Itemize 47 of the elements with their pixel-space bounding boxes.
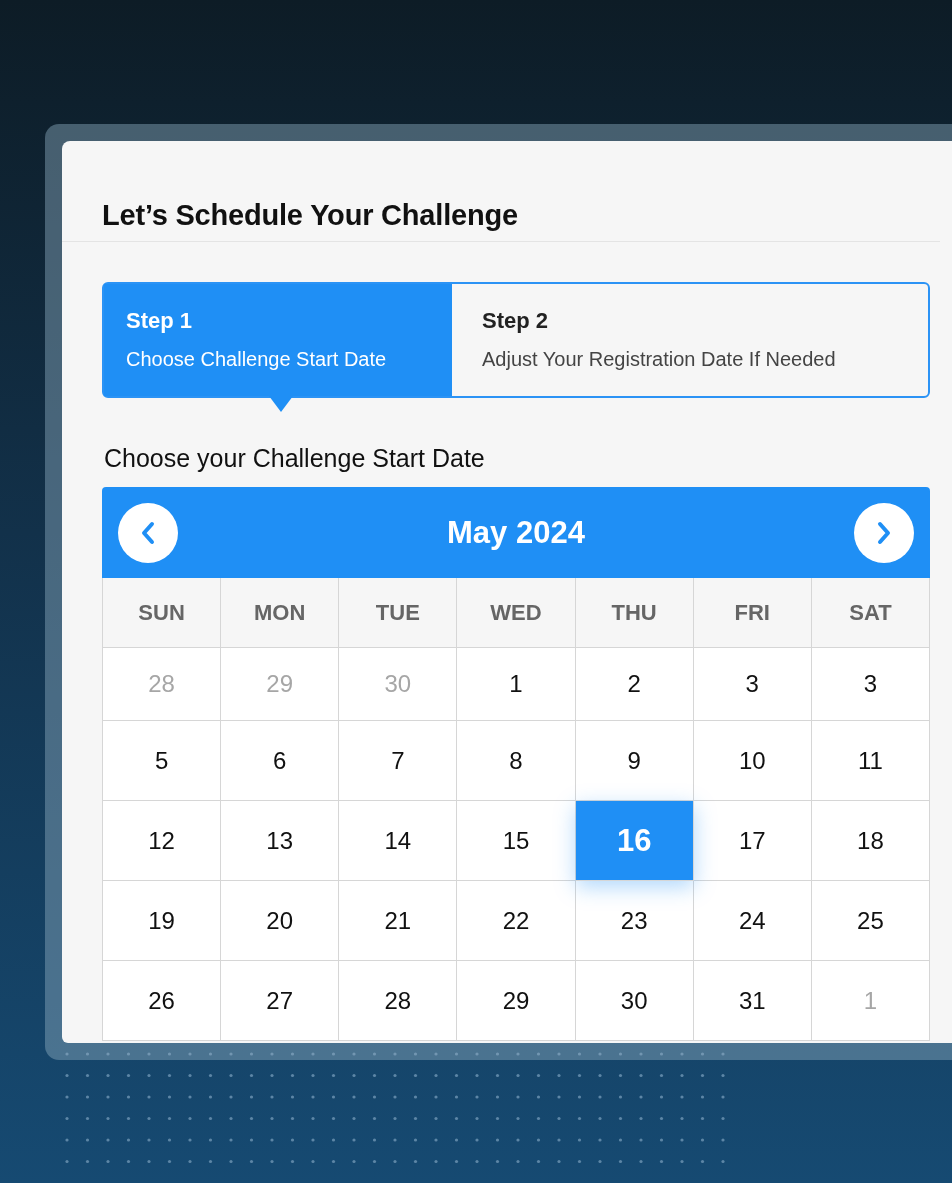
weekday-label: SUN — [103, 578, 222, 648]
day-cell[interactable]: 6 — [221, 721, 340, 801]
day-cell[interactable]: 26 — [103, 961, 222, 1041]
step-description: Choose Challenge Start Date — [126, 348, 388, 371]
weekday-label: SAT — [811, 578, 930, 648]
step-label: Step 2 — [482, 308, 550, 334]
day-cell[interactable]: 18 — [811, 801, 930, 881]
day-cell[interactable]: 29 — [457, 961, 576, 1041]
day-cell[interactable]: 7 — [339, 721, 458, 801]
chevron-right-icon — [876, 520, 892, 545]
day-cell[interactable]: 11 — [811, 721, 930, 801]
page-title: Let’s Schedule Your Challenge — [102, 199, 519, 232]
day-cell[interactable]: 10 — [693, 721, 812, 801]
weekday-label: MON — [221, 578, 340, 648]
day-cell[interactable]: 22 — [457, 881, 576, 961]
day-cell[interactable]: 13 — [221, 801, 340, 881]
weekday-label: TUE — [339, 578, 458, 648]
day-cell[interactable]: 1 — [457, 648, 576, 721]
day-cell[interactable]: 21 — [339, 881, 458, 961]
weekday-label: THU — [575, 578, 694, 648]
weekday-label: FRI — [693, 578, 812, 648]
day-cell[interactable]: 19 — [103, 881, 222, 961]
day-cell[interactable]: 2 — [575, 648, 694, 721]
day-cell[interactable]: 9 — [575, 721, 694, 801]
day-cell[interactable]: 3 — [693, 648, 812, 721]
step-tab[interactable]: Step 2 Adjust Your Registration Date If Needed — [452, 284, 928, 396]
step-label: Step 1 — [126, 308, 194, 334]
day-cell[interactable]: 27 — [221, 961, 340, 1041]
chevron-left-icon — [140, 520, 156, 545]
day-cell[interactable]: 28 — [339, 961, 458, 1041]
day-cell[interactable]: 23 — [575, 881, 694, 961]
day-cell[interactable]: 12 — [103, 801, 222, 881]
day-cell[interactable]: 14 — [339, 801, 458, 881]
day-cell[interactable]: 15 — [457, 801, 576, 881]
day-cell[interactable]: 5 — [103, 721, 222, 801]
day-cell[interactable]: 31 — [693, 961, 812, 1041]
day-cell[interactable]: 25 — [811, 881, 930, 961]
day-cell[interactable]: 3 — [811, 648, 930, 721]
calendar-heading: Choose your Challenge Start Date — [104, 444, 486, 473]
day-cell[interactable]: 30 — [575, 961, 694, 1041]
weekday-label: WED — [457, 578, 576, 648]
day-cell[interactable]: 17 — [693, 801, 812, 881]
month-title: May 2024 — [447, 514, 585, 551]
day-cell[interactable]: 24 — [693, 881, 812, 961]
step-description: Adjust Your Registration Date If Needed — [482, 348, 837, 371]
day-cell[interactable]: 20 — [221, 881, 340, 961]
day-cell[interactable]: 8 — [457, 721, 576, 801]
